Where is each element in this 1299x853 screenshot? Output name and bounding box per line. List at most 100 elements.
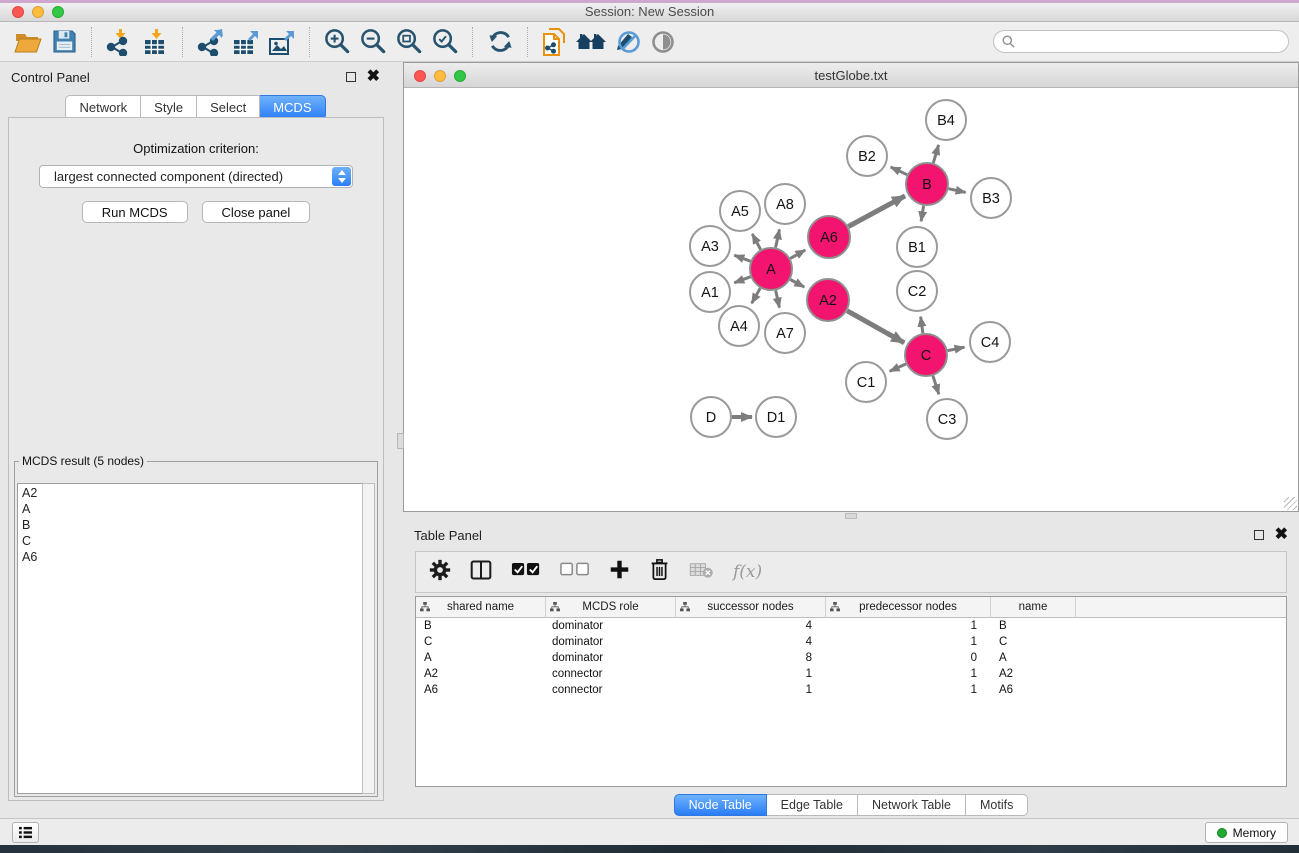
float-table-panel-icon[interactable]	[1254, 530, 1264, 540]
table-row[interactable]: Cdominator41C	[416, 634, 1286, 650]
list-item[interactable]: C	[18, 533, 362, 549]
graph-edge[interactable]	[734, 255, 750, 261]
column-header[interactable]: successor nodes	[676, 597, 826, 617]
clone-network-icon[interactable]	[537, 25, 573, 59]
task-history-button[interactable]	[12, 822, 39, 843]
deselect-all-icon[interactable]	[560, 562, 590, 582]
zoom-in-icon[interactable]	[319, 25, 355, 59]
network-canvas[interactable]: AA1A2A3A4A5A6A7A8BB1B2B3B4CC1C2C3C4DD1	[404, 88, 1298, 511]
graph-edge[interactable]	[921, 206, 924, 222]
network-window-controls[interactable]	[414, 70, 466, 82]
main-toolbar	[0, 22, 1299, 62]
export-table-icon[interactable]	[228, 25, 264, 59]
graph-edge[interactable]	[890, 364, 906, 371]
resize-grip-icon[interactable]	[1284, 497, 1297, 510]
table-row[interactable]: A6connector11A6	[416, 682, 1286, 698]
zoom-selected-icon[interactable]	[427, 25, 463, 59]
list-item[interactable]: A2	[18, 485, 362, 501]
table-row[interactable]: Adominator80A	[416, 650, 1286, 666]
refresh-layout-icon[interactable]	[482, 25, 518, 59]
run-mcds-button[interactable]: Run MCDS	[82, 201, 188, 223]
search-field[interactable]	[993, 30, 1289, 53]
float-panel-icon[interactable]	[346, 72, 356, 82]
graph-edge[interactable]	[891, 167, 908, 175]
import-table-icon[interactable]	[137, 25, 173, 59]
column-settings-gear-icon[interactable]	[429, 559, 451, 586]
close-panel-button[interactable]: Close panel	[202, 201, 311, 223]
zoom-network-icon[interactable]	[454, 70, 466, 82]
export-image-icon[interactable]	[264, 25, 300, 59]
column-header[interactable]: shared name	[416, 597, 546, 617]
zoom-out-icon[interactable]	[355, 25, 391, 59]
table-row[interactable]: Bdominator41B	[416, 618, 1286, 634]
list-item[interactable]: A6	[18, 549, 362, 565]
graph-edge[interactable]	[776, 229, 780, 247]
close-table-panel-icon[interactable]: ✖	[1275, 530, 1288, 540]
graph-edge[interactable]	[933, 376, 939, 394]
node-table-header[interactable]: shared nameMCDS rolesuccessor nodesprede…	[416, 597, 1286, 618]
graph-edge[interactable]	[790, 250, 805, 258]
graph-node-label: C2	[908, 284, 927, 300]
tab-motifs[interactable]: Motifs	[966, 794, 1028, 816]
table-cell: A2	[416, 668, 546, 680]
graph-edge[interactable]	[933, 145, 938, 163]
memory-status-icon	[1217, 828, 1227, 838]
graph-node-label: D	[706, 410, 716, 426]
graph-edge[interactable]	[848, 196, 905, 227]
close-network-icon[interactable]	[414, 70, 426, 82]
graph-edge[interactable]	[776, 291, 780, 308]
mcds-tab-content: Optimization criterion: largest connecte…	[8, 117, 384, 801]
column-header[interactable]: MCDS role	[546, 597, 676, 617]
show-graphics-details-icon[interactable]	[645, 25, 681, 59]
vertical-splitter-handle[interactable]	[397, 433, 404, 449]
column-header[interactable]: name	[991, 597, 1076, 617]
import-network-icon[interactable]	[101, 25, 137, 59]
tab-edge-table[interactable]: Edge Table	[767, 794, 858, 816]
table-cell: 1	[826, 684, 991, 696]
table-panel-title: Table Panel	[414, 528, 482, 543]
graph-node-label: D1	[767, 410, 786, 426]
graph-edge[interactable]	[948, 347, 965, 350]
graph-node-label: A5	[731, 204, 749, 220]
hide-labels-icon[interactable]	[609, 25, 645, 59]
graph-edge[interactable]	[921, 317, 923, 334]
app-title: Session: New Session	[0, 4, 1299, 19]
criterion-select[interactable]: largest connected component (directed)	[39, 165, 353, 188]
list-item[interactable]: A	[18, 501, 362, 517]
save-session-icon[interactable]	[46, 25, 82, 59]
graph-edge[interactable]	[847, 311, 904, 343]
open-session-icon[interactable]	[10, 25, 46, 59]
delete-column-trash-icon[interactable]	[649, 558, 670, 586]
table-cell: C	[991, 636, 1076, 648]
toolbar-separator	[527, 27, 528, 57]
result-scrollbar[interactable]	[362, 483, 375, 794]
column-header[interactable]: predecessor nodes	[826, 597, 991, 617]
toolbar-separator	[91, 27, 92, 57]
graph-node-label: B2	[858, 149, 876, 165]
zoom-fit-icon[interactable]	[391, 25, 427, 59]
table-row[interactable]: A2connector11A2	[416, 666, 1286, 682]
show-columns-icon[interactable]	[470, 559, 492, 586]
graph-node-label: A3	[701, 239, 719, 255]
select-all-icon[interactable]	[511, 562, 541, 582]
search-input[interactable]	[1020, 35, 1280, 49]
graph-edge[interactable]	[752, 288, 761, 303]
graph-edge[interactable]	[752, 234, 760, 250]
memory-button[interactable]: Memory	[1205, 822, 1288, 843]
list-item[interactable]: B	[18, 517, 362, 533]
horizontal-splitter[interactable]	[403, 512, 1299, 520]
table-cell: connector	[546, 668, 676, 680]
export-network-icon[interactable]	[192, 25, 228, 59]
table-cell: 1	[826, 636, 991, 648]
close-panel-icon[interactable]: ✖	[367, 72, 380, 82]
first-neighbors-icon[interactable]	[573, 25, 609, 59]
network-graph: AA1A2A3A4A5A6A7A8BB1B2B3B4CC1C2C3C4DD1	[404, 88, 1298, 511]
tab-network-table[interactable]: Network Table	[858, 794, 966, 816]
network-window-titlebar[interactable]: testGlobe.txt	[404, 63, 1298, 88]
minimize-network-icon[interactable]	[434, 70, 446, 82]
graph-edge[interactable]	[949, 189, 966, 193]
tab-node-table[interactable]: Node Table	[674, 794, 767, 816]
graph-edge[interactable]	[790, 280, 804, 288]
create-column-plus-icon[interactable]	[609, 559, 630, 585]
graph-edge[interactable]	[734, 277, 750, 283]
